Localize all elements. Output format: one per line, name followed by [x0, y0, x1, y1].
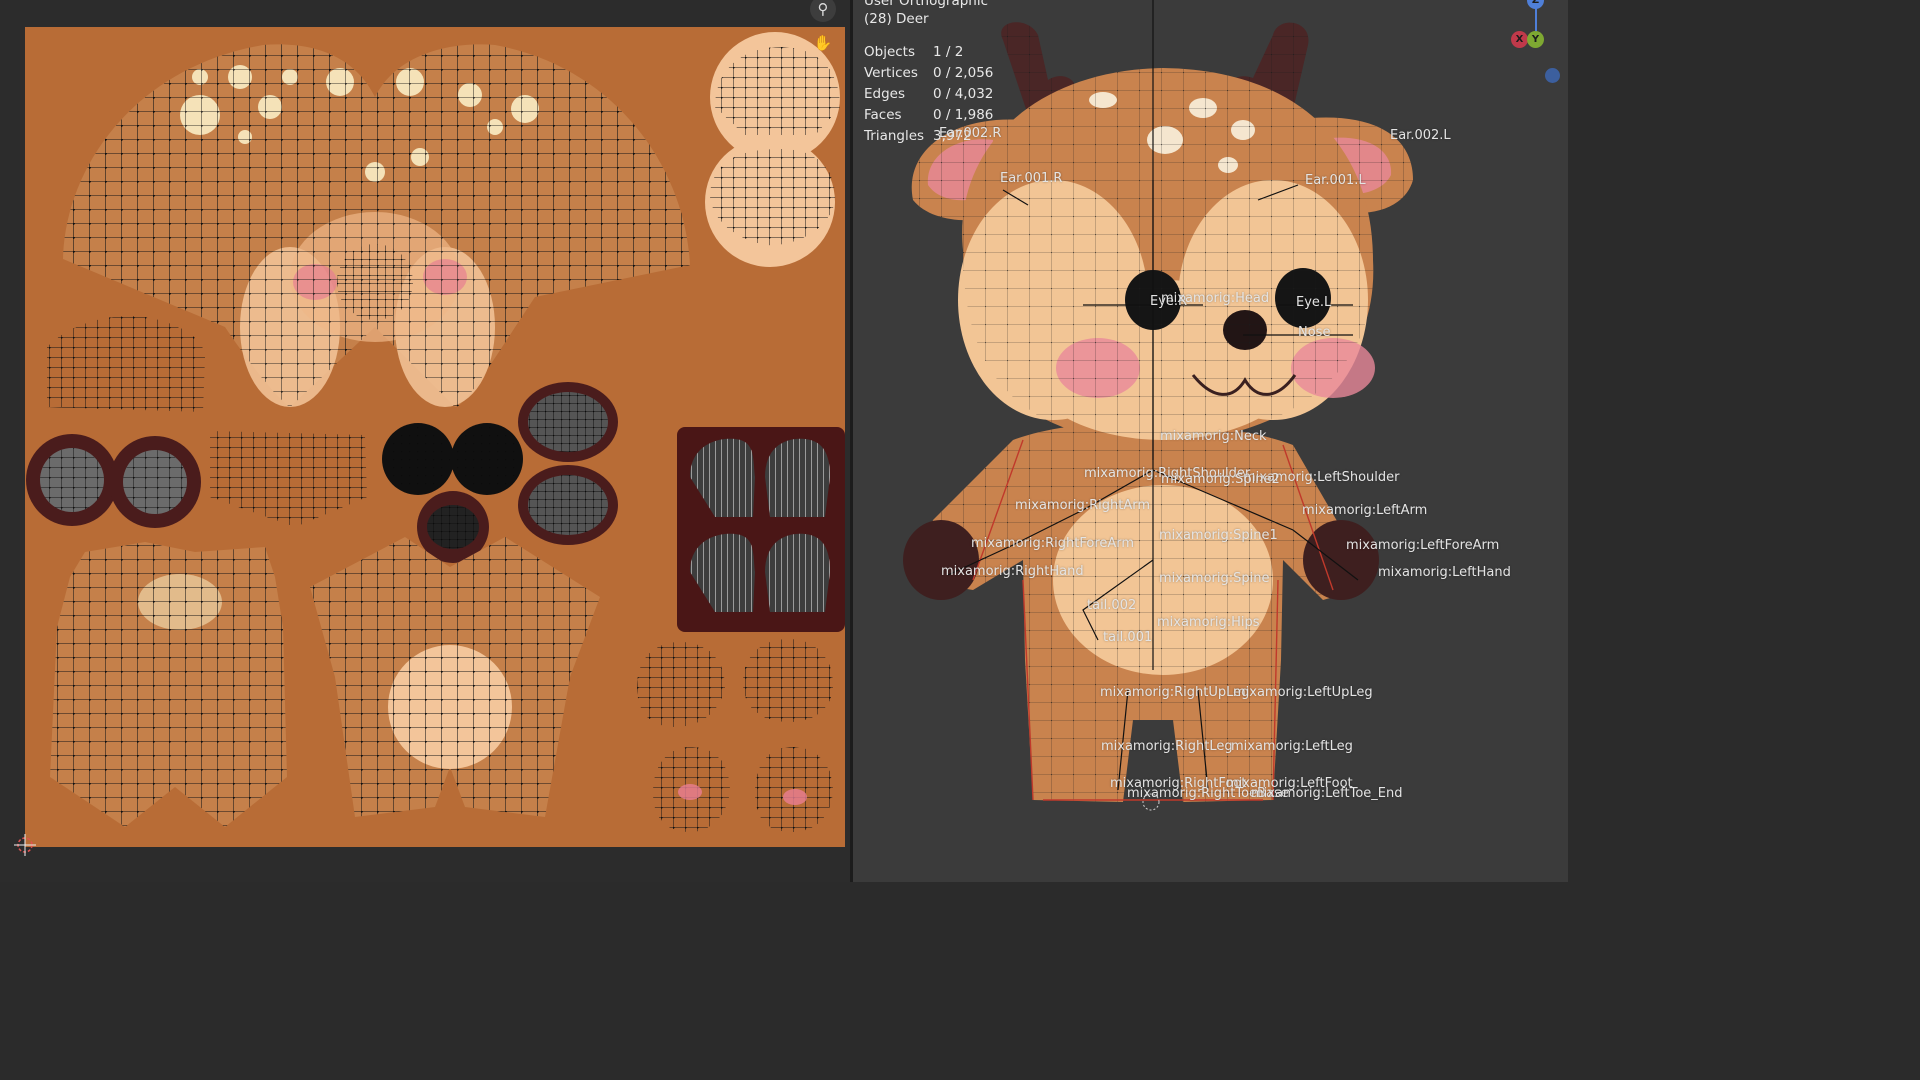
bone-label-neck: mixamorig:Neck — [1160, 429, 1267, 444]
uv-2d-cursor-icon[interactable] — [14, 834, 36, 856]
navigation-gizmo[interactable]: Z X Y — [1508, 0, 1568, 95]
uv-island-strip-2 — [210, 431, 367, 527]
zoom-icon[interactable]: ⚲ — [810, 0, 836, 22]
uv-island-nose-parts — [382, 382, 618, 563]
uv-island-feet — [637, 639, 833, 832]
object-name: (28) Deer — [864, 11, 929, 27]
uv-island-body-back — [310, 537, 600, 817]
hand-icon[interactable]: ✋ — [810, 30, 836, 56]
gizmo-y-dot[interactable]: Y — [1527, 31, 1544, 48]
bone-label-lleg: mixamorig:LeftLeg — [1231, 739, 1353, 754]
bone-label-spine1: mixamorig:Spine1 — [1159, 528, 1278, 543]
bone-label-larm: mixamorig:LeftArm — [1302, 503, 1428, 518]
bone-label-lhand: mixamorig:LeftHand — [1378, 565, 1511, 580]
stat-edges: Edges 0 / 4,032 — [864, 86, 994, 102]
uv-island-strip-1 — [47, 316, 205, 412]
gizmo-neg-z-dot[interactable] — [1545, 68, 1560, 83]
bone-label-ear002r: Ear.002.R — [939, 126, 1002, 141]
bone-label-tail001: tail.001 — [1103, 630, 1153, 645]
stat-vertices: Vertices 0 / 2,056 — [864, 65, 994, 81]
bone-label-rupleg: mixamorig:RightUpLeg — [1100, 685, 1250, 700]
deer-head — [958, 68, 1375, 445]
bone-label-rarm: mixamorig:RightArm — [1015, 498, 1151, 513]
bone-label-nose: Nose — [1298, 325, 1331, 340]
uv-layout-drawing — [26, 32, 845, 832]
gizmo-x-dot[interactable]: X — [1511, 31, 1528, 48]
uv-editor[interactable]: ⚲ ✋ — [0, 0, 850, 882]
uv-texture-canvas[interactable] — [25, 27, 845, 847]
bone-label-rleg: mixamorig:RightLeg — [1101, 739, 1233, 754]
uv-island-hands — [677, 427, 845, 632]
bone-label-ear002l: Ear.002.L — [1390, 128, 1451, 143]
bone-label-spine2: mixamorig:Spine2 — [1161, 472, 1280, 487]
3d-viewport[interactable]: User Orthographic (28) Deer Objects 1 / 2… — [853, 0, 1568, 882]
bone-label-rforearm: mixamorig:RightForeArm — [971, 536, 1135, 551]
bone-label-tail002: tail.002 — [1087, 598, 1137, 613]
stat-faces: Faces 0 / 1,986 — [864, 107, 994, 123]
uv-island-body-front — [50, 542, 287, 827]
bone-label-ltoeend: mixamorig:LeftToe_End — [1251, 786, 1403, 801]
gizmo-z-dot[interactable]: Z — [1527, 0, 1544, 9]
bone-label-lforearm: mixamorig:LeftForeArm — [1346, 538, 1500, 553]
bone-label-lupleg: mixamorig:LeftUpLeg — [1233, 685, 1373, 700]
bone-label-hips: mixamorig:Hips — [1157, 615, 1260, 630]
bone-label-head: mixamorig:Head — [1161, 291, 1270, 306]
stat-objects: Objects 1 / 2 — [864, 44, 964, 60]
bone-label-spine: mixamorig:Spine — [1159, 571, 1270, 586]
bone-label-ear001l: Ear.001.L — [1305, 173, 1366, 188]
bone-label-ear001r: Ear.001.R — [1000, 171, 1063, 186]
uv-island-eyes — [26, 434, 201, 528]
bone-label-rhand: mixamorig:RightHand — [941, 564, 1084, 579]
uv-island-ears — [705, 32, 840, 267]
bone-label-eyel: Eye.L — [1296, 295, 1332, 310]
